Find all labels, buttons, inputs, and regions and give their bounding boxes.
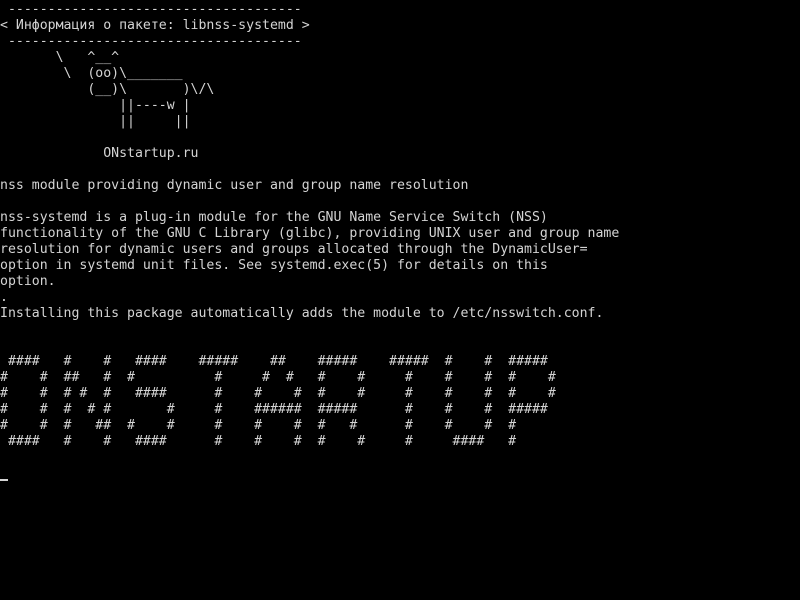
cow-ascii-line: \ (oo)\_______ bbox=[0, 66, 183, 81]
description-line: option. bbox=[0, 274, 56, 289]
description-line: functionality of the GNU C Library (glib… bbox=[0, 226, 620, 241]
cow-ascii-line: ||----w | bbox=[0, 98, 191, 113]
site-name: ONstartup.ru bbox=[0, 146, 199, 161]
cow-ascii-line: \ ^__^ bbox=[0, 50, 120, 65]
description-line: . bbox=[0, 290, 8, 305]
banner-line: # # # # # #### # # # # # # # # # # bbox=[0, 386, 556, 401]
package-description: nss-systemd is a plug-in module for the … bbox=[0, 210, 800, 322]
banner-line: #### # # #### # # # # # # #### # bbox=[0, 434, 517, 449]
cowsay-block: ------------------------------------- < … bbox=[0, 2, 800, 130]
ascii-banner: #### # # #### ##### ## ##### ##### # # #… bbox=[0, 354, 800, 450]
description-line: nss-systemd is a plug-in module for the … bbox=[0, 210, 548, 225]
description-line: Installing this package automatically ad… bbox=[0, 306, 604, 321]
banner-line: #### # # #### ##### ## ##### ##### # # #… bbox=[0, 354, 548, 369]
cowsay-bottom-border: ------------------------------------- bbox=[0, 34, 302, 49]
cow-ascii-line: (__)\ )\/\ bbox=[0, 82, 215, 97]
cowsay-top-border: ------------------------------------- bbox=[0, 2, 302, 17]
banner-line: # # ## # # # # # # # # # # # # bbox=[0, 370, 556, 385]
terminal-console[interactable]: ------------------------------------- < … bbox=[0, 0, 800, 600]
text-cursor bbox=[0, 479, 8, 481]
description-line: resolution for dynamic users and groups … bbox=[0, 242, 588, 257]
banner-line: # # # ## # # # # # # # # # # # bbox=[0, 418, 517, 433]
cow-ascii-line: || || bbox=[0, 114, 191, 129]
package-summary: nss module providing dynamic user and gr… bbox=[0, 178, 469, 193]
description-line: option in systemd unit files. See system… bbox=[0, 258, 548, 273]
banner-line: # # # # # # # ###### ##### # # # ##### bbox=[0, 402, 548, 417]
cowsay-title: < Информация о пакете: libnss-systemd > bbox=[0, 18, 310, 33]
